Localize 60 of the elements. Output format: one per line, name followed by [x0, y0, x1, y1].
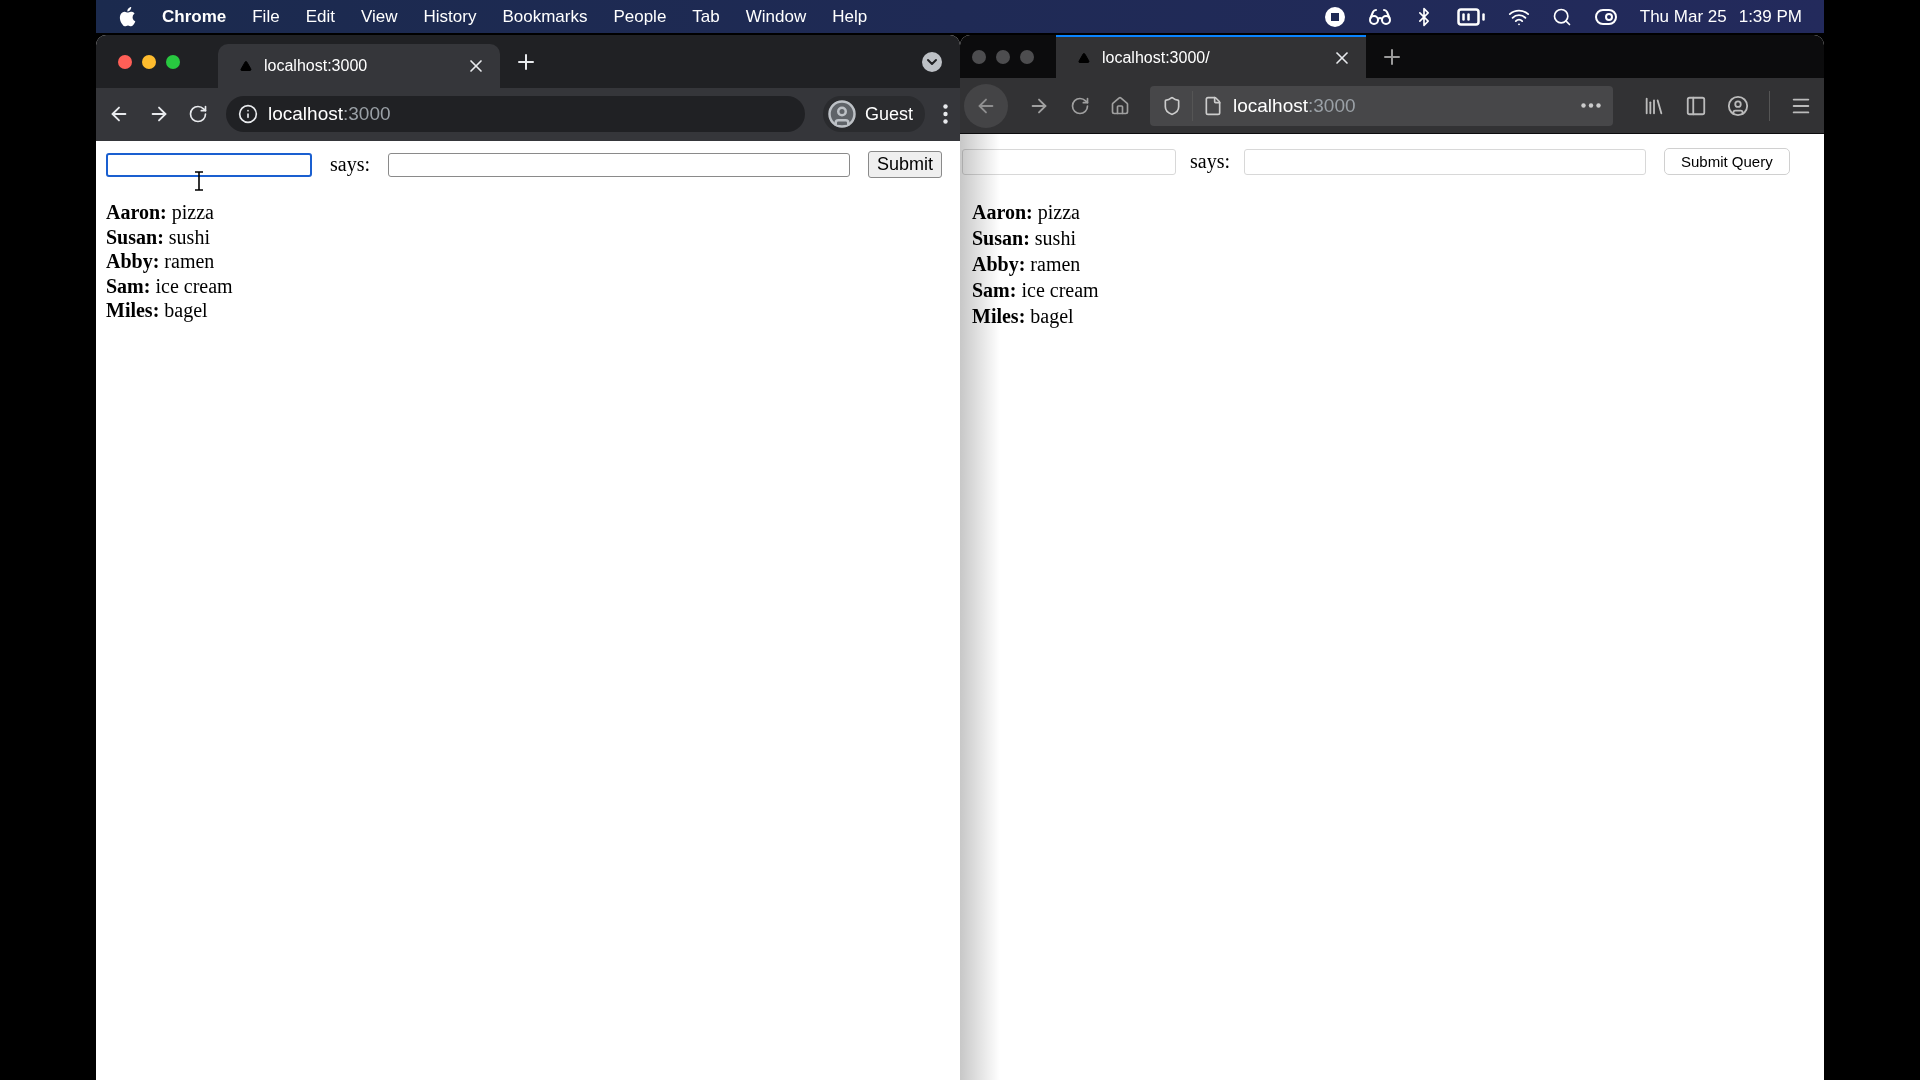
message-entry: Sam: ice cream	[972, 278, 1099, 303]
reload-button[interactable]	[1070, 95, 1090, 116]
menu-item[interactable]: View	[360, 6, 398, 27]
tab-title: localhost:3000/	[1102, 48, 1211, 67]
menu-item[interactable]: File	[252, 6, 280, 27]
submit-button[interactable]: Submit Query	[1664, 148, 1790, 175]
text-cursor-icon	[194, 171, 204, 191]
apple-icon[interactable]	[118, 6, 136, 27]
message-entry: Susan: sushi	[972, 226, 1076, 251]
message-entry: Miles: bagel	[972, 304, 1074, 329]
url-text: localhost:3000	[1233, 94, 1357, 117]
says-label: says:	[330, 153, 370, 176]
home-button[interactable]	[1110, 95, 1130, 116]
url-text: localhost:3000	[268, 103, 392, 125]
browser-tab[interactable]: localhost:3000/	[1056, 35, 1366, 78]
close-window-button[interactable]	[118, 54, 132, 69]
menu-button[interactable]	[943, 104, 948, 124]
page-icon	[1203, 95, 1223, 116]
favicon-icon	[240, 60, 252, 72]
browser-tab[interactable]: localhost:3000	[218, 44, 500, 88]
message-entry: Aaron: pizza	[106, 200, 214, 225]
zoom-window-button[interactable]	[166, 54, 180, 69]
tab-search-button[interactable]	[922, 51, 942, 72]
menu-bar-time[interactable]: 1:39 PM	[1738, 6, 1802, 27]
sidebar-button[interactable]	[1685, 94, 1707, 117]
reload-button[interactable]	[188, 104, 208, 124]
message-entry: Sam: ice cream	[106, 273, 233, 298]
address-bar[interactable]: localhost:3000	[1150, 85, 1613, 126]
search-icon[interactable]	[1551, 6, 1572, 27]
message-entry: Abby: ramen	[106, 249, 215, 274]
app-menu[interactable]: Chrome	[162, 6, 227, 27]
message-field[interactable]	[388, 152, 850, 177]
message-entry: Miles: bagel	[106, 298, 208, 323]
message-entry: Abby: ramen	[972, 252, 1081, 277]
menu-item[interactable]: Bookmarks	[502, 6, 588, 27]
submit-button[interactable]: Submit	[868, 151, 943, 178]
menu-item[interactable]: Edit	[305, 6, 335, 27]
ellipsis-icon	[1581, 103, 1601, 108]
more-actions-button[interactable]	[1581, 103, 1601, 108]
menu-item[interactable]: Help	[832, 6, 868, 27]
account-button[interactable]	[1727, 94, 1749, 117]
menu-item[interactable]: Window	[745, 6, 807, 27]
menu-item[interactable]: History	[423, 6, 477, 27]
tab-title: localhost:3000	[264, 57, 369, 75]
record-icon[interactable]	[1323, 5, 1346, 28]
address-bar[interactable]: localhost:3000	[226, 96, 805, 132]
says-label: says:	[1190, 150, 1230, 173]
favicon-icon	[1078, 51, 1090, 64]
menu-bar-date[interactable]: Thu Mar 25	[1639, 6, 1727, 27]
menu-item[interactable]: Tab	[692, 6, 720, 27]
menu-item[interactable]: People	[613, 6, 667, 27]
profile-button[interactable]: Guest	[822, 96, 925, 132]
avatar-icon	[826, 99, 857, 129]
message-entry: Susan: sushi	[106, 224, 210, 249]
message-entry: Aaron: pizza	[972, 200, 1080, 225]
minimize-window-button[interactable]	[142, 54, 156, 69]
shield-icon	[1162, 95, 1182, 116]
name-field[interactable]	[106, 152, 312, 177]
info-icon	[238, 104, 258, 124]
kebab-menu-icon	[943, 104, 948, 124]
